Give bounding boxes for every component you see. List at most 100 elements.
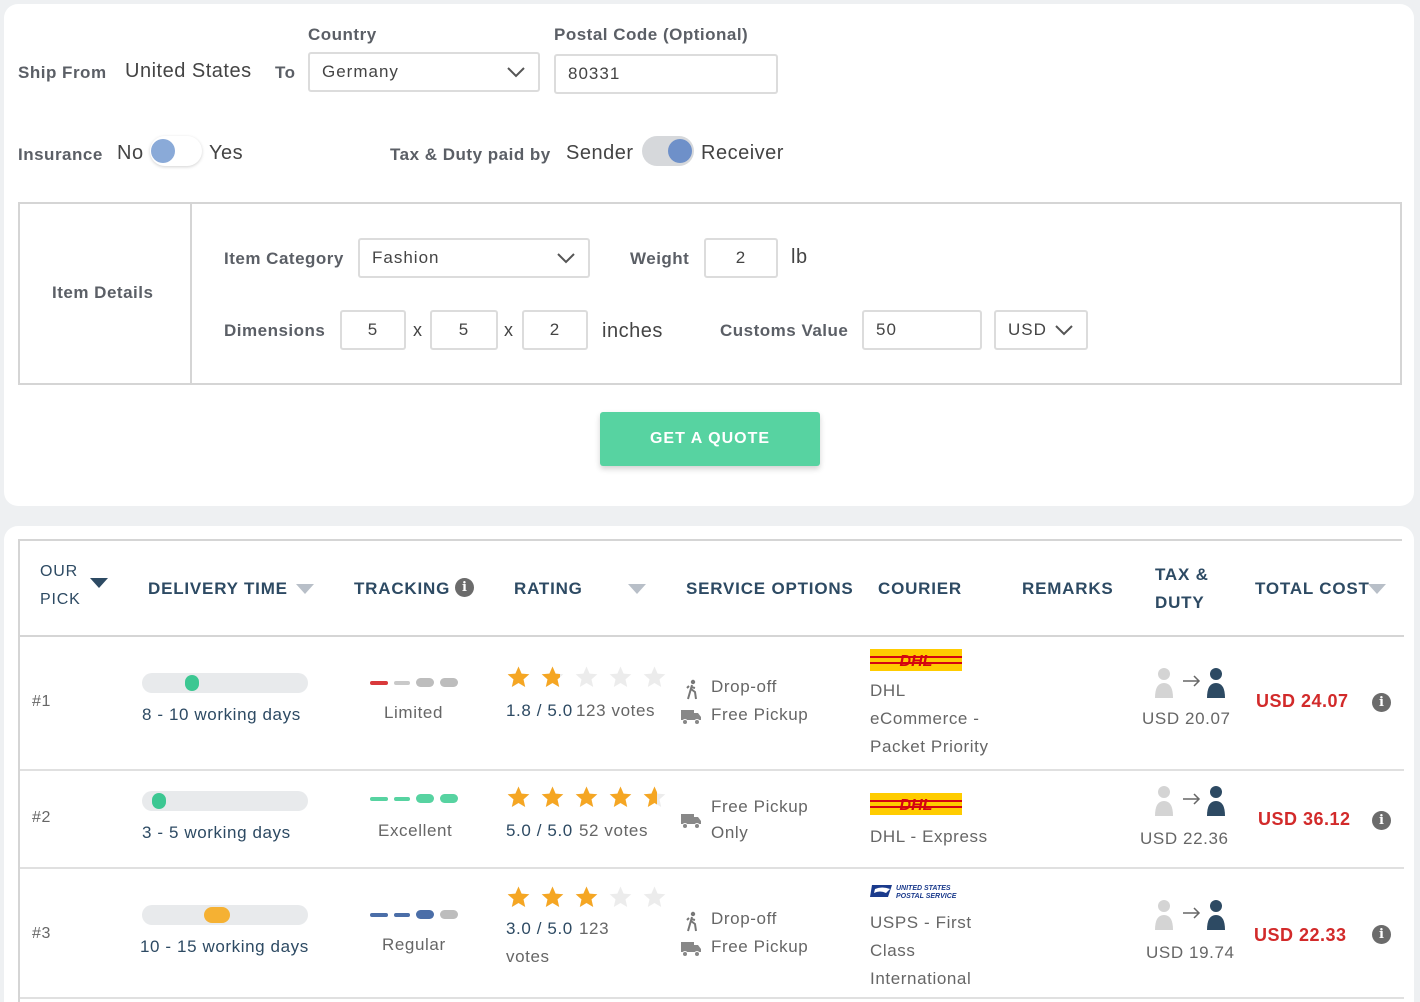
row-rank: #1 [32, 693, 51, 710]
service-option-2: Free Pickup [711, 705, 809, 724]
tax-duty-value: USD 22.36 [1140, 829, 1229, 848]
sender-to-receiver-icon [1155, 786, 1225, 816]
rating-votes: 123 votes [576, 701, 656, 720]
service-option-1: Free Pickup [711, 797, 809, 816]
tracking-text: Limited [384, 703, 444, 722]
header-our-pick[interactable]: OUR PICK [40, 563, 130, 623]
tracking-dash [394, 913, 410, 917]
star-icon [507, 786, 530, 807]
dimension-height-input[interactable]: 2 [522, 310, 588, 350]
star-icon [609, 666, 632, 687]
dimension-length-input[interactable]: 5 [340, 310, 406, 350]
info-circle-icon[interactable]: i [1372, 925, 1391, 944]
rating-value: 3.0 / 5.0 [506, 919, 573, 939]
sort-icon [1368, 584, 1386, 594]
dimensions-label: Dimensions [224, 321, 326, 340]
customs-value-input[interactable]: 50 [862, 310, 982, 350]
header-tax-line2: DUTY [1155, 593, 1205, 612]
header-total-cost-label: TOTAL COST [1255, 579, 1370, 598]
service-option-1: Drop-off [711, 677, 777, 696]
postal-code-value: 80331 [568, 64, 621, 83]
header-total-cost[interactable]: TOTAL COST [1255, 579, 1395, 603]
insurance-toggle[interactable] [150, 136, 202, 166]
toggle-knob [151, 139, 175, 163]
header-remarks: REMARKS [1022, 579, 1114, 598]
results-card: OUR PICK DELIVERY TIME TRACKING i RATING… [4, 526, 1414, 1002]
courier-name-line1: DHL [870, 681, 906, 700]
tracking-dash [416, 910, 434, 919]
dhl-logo: DHL [870, 649, 962, 671]
service-option-2: Only [711, 823, 749, 842]
delivery-time-text: 10 - 15 working days [140, 937, 309, 956]
ship-from-value: United States [125, 60, 252, 82]
tax-duty-label: Tax & Duty paid by [390, 145, 551, 164]
header-delivery-time-label: DELIVERY TIME [148, 579, 288, 598]
weight-label: Weight [630, 249, 690, 268]
table-row[interactable]: #2 3 - 5 working days Excellent 5.0 / 5.… [20, 771, 1404, 869]
star-icon [609, 886, 632, 907]
item-category-label: Item Category [224, 249, 344, 268]
dimension-width-value: 5 [458, 320, 470, 339]
row-rank: #2 [32, 809, 51, 826]
sort-icon [628, 584, 646, 594]
tracking-dash [370, 913, 388, 917]
svg-text:POSTAL SERVICE: POSTAL SERVICE [896, 893, 957, 900]
dimension-width-input[interactable]: 5 [430, 310, 498, 350]
delivery-time-text: 3 - 5 working days [142, 823, 291, 842]
service-option-2: Free Pickup [711, 937, 809, 956]
rating-max: / 5.0 [536, 919, 573, 938]
header-courier: COURIER [878, 579, 962, 598]
courier-name-line1: DHL - Express [870, 827, 988, 846]
info-circle-icon[interactable]: i [455, 578, 474, 597]
usps-logo: UNITED STATESPOSTAL SERVICE [870, 885, 957, 900]
dimension-separator: x [413, 320, 423, 340]
delivery-time-bar [142, 905, 308, 925]
info-circle-icon[interactable]: i [1372, 693, 1391, 712]
insurance-no-label: No [117, 142, 144, 164]
courier-name-line2: Class [870, 941, 916, 960]
courier-name-line2: eCommerce - [870, 709, 980, 728]
dimension-unit: inches [602, 320, 663, 342]
courier-name-line1: USPS - First [870, 913, 972, 932]
tax-duty-toggle[interactable] [642, 136, 694, 166]
weight-input[interactable]: 2 [704, 238, 778, 278]
item-category-select[interactable]: Fashion [358, 238, 590, 278]
customs-value-value: 50 [876, 320, 897, 339]
header-tax-line1: TAX & [1155, 565, 1209, 584]
header-tracking: TRACKING [354, 579, 451, 598]
header-delivery-time[interactable]: DELIVERY TIME [148, 579, 328, 603]
currency-select[interactable]: USD [994, 310, 1088, 350]
insurance-yes-label: Yes [209, 142, 244, 164]
postal-code-input[interactable]: 80331 [554, 54, 778, 94]
tracking-dash [394, 797, 410, 801]
courier-name-line3: Packet Priority [870, 737, 989, 756]
shipping-form-card: Ship From United States To Country Germa… [4, 4, 1414, 506]
row-divider [20, 997, 1404, 999]
item-details-divider [190, 204, 192, 383]
get-a-quote-button[interactable]: GET A QUOTE [600, 412, 820, 466]
star-icon [541, 666, 564, 687]
rating-max: / 5.0 [536, 701, 573, 720]
header-rating[interactable]: RATING [514, 579, 664, 603]
tracking-text: Excellent [378, 821, 453, 840]
postal-code-label: Postal Code (Optional) [554, 25, 749, 44]
tracking-dash [440, 910, 458, 919]
truck-icon [681, 710, 701, 725]
quotes-table: OUR PICK DELIVERY TIME TRACKING i RATING… [18, 539, 1404, 1002]
rating-score: 1.8 [506, 701, 532, 720]
country-select[interactable]: Germany [308, 52, 540, 92]
star-icon [541, 886, 564, 907]
sender-to-receiver-icon [1155, 668, 1225, 698]
info-circle-icon[interactable]: i [1372, 811, 1391, 830]
weight-unit: lb [791, 246, 808, 268]
rating-value: 1.8 / 5.0 [506, 701, 573, 721]
tracking-dash [416, 794, 434, 803]
dimension-length-value: 5 [367, 320, 379, 339]
header-our-pick-line2: PICK [40, 591, 81, 608]
table-row[interactable]: #3 10 - 15 working days Regular 3.0 / 5.… [20, 869, 1404, 999]
toggle-knob [668, 139, 692, 163]
row-rank: #3 [32, 925, 51, 942]
dhl-logo: DHL [870, 793, 962, 815]
table-row[interactable]: #1 8 - 10 working days Limited 1.8 / 5.0… [20, 637, 1404, 767]
rating-score: 5.0 [506, 821, 532, 840]
